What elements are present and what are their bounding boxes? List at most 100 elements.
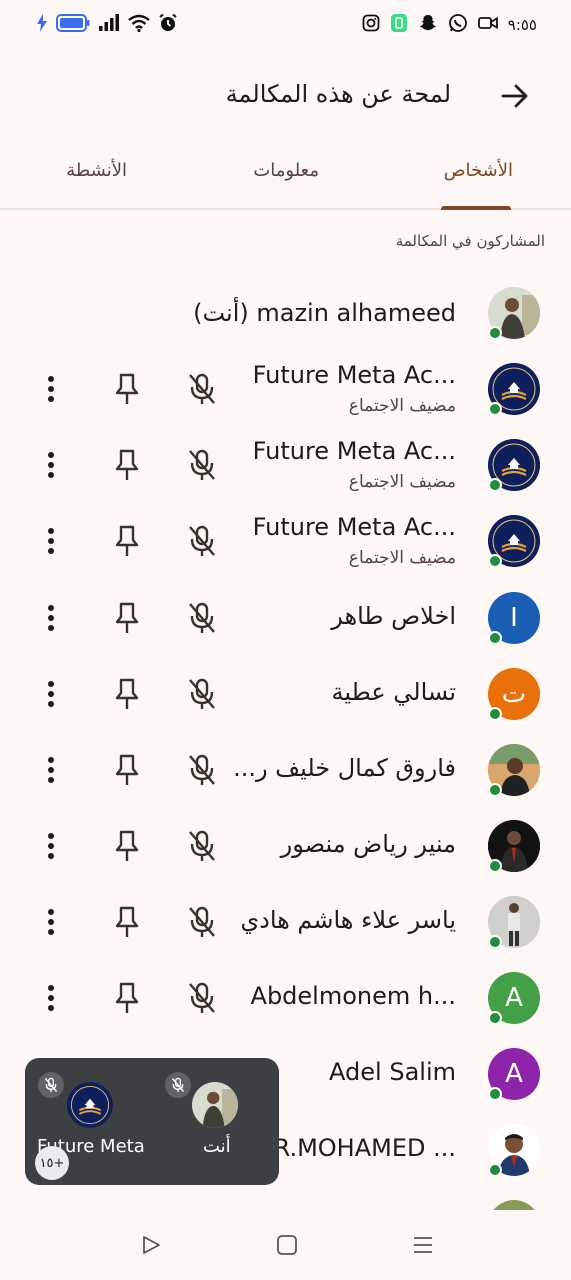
pin-icon[interactable] xyxy=(112,523,142,559)
arrow-right-icon xyxy=(501,84,528,108)
online-status-icon xyxy=(488,554,502,568)
online-status-icon xyxy=(488,326,502,340)
avatar xyxy=(488,820,540,873)
participant-role: مضيف الاجتماع xyxy=(348,396,456,416)
mic-muted-icon[interactable] xyxy=(187,523,217,559)
participant-role: مضيف الاجتماع xyxy=(348,472,456,492)
more-options-icon[interactable] xyxy=(36,980,66,1016)
online-status-icon xyxy=(488,707,502,721)
participant-row[interactable]: Future Meta Ac... مضيف الاجتماع xyxy=(0,503,571,579)
participant-row[interactable]: Future Meta Ac... مضيف الاجتماع xyxy=(0,351,571,427)
avatar xyxy=(488,896,540,949)
pin-icon[interactable] xyxy=(112,371,142,407)
battery-icon xyxy=(56,14,90,36)
participant-row[interactable]: mazin alhameed (أنت) xyxy=(0,275,571,351)
charging-icon xyxy=(36,14,48,36)
mic-muted-icon[interactable] xyxy=(187,828,217,864)
online-status-icon xyxy=(488,478,502,492)
participant-name: Adel Salim xyxy=(329,1058,456,1086)
avatar xyxy=(488,515,540,568)
more-options-icon[interactable] xyxy=(36,904,66,940)
pin-icon[interactable] xyxy=(112,828,142,864)
participant-row[interactable] xyxy=(0,1188,571,1210)
participant-name: فاروق كمال خليف ر... xyxy=(233,754,456,782)
mic-muted-icon[interactable] xyxy=(187,600,217,636)
avatar xyxy=(488,1124,540,1177)
participant-name: تسالي عطية xyxy=(331,678,456,706)
online-status-icon xyxy=(488,859,502,873)
more-options-icon[interactable] xyxy=(36,371,66,407)
online-status-icon xyxy=(488,1163,502,1177)
participant-name: Future Meta Ac... xyxy=(252,513,456,541)
more-options-icon[interactable] xyxy=(36,447,66,483)
page-title: لمحة عن هذه المكالمة xyxy=(225,80,451,108)
more-options-icon[interactable] xyxy=(36,523,66,559)
participant-name: ياسر علاء هاشم هادي xyxy=(240,906,456,934)
pin-icon[interactable] xyxy=(112,752,142,788)
snapchat-icon xyxy=(418,13,438,37)
participant-row[interactable]: منير رياض منصور xyxy=(0,808,571,884)
tab-bar: الأشخاص معلومات الأنشطة xyxy=(0,148,571,210)
tile-name: أنت xyxy=(203,1136,231,1157)
recents-nav-button[interactable] xyxy=(412,1234,436,1258)
participant-name: mazin alhameed (أنت) xyxy=(193,299,456,327)
participant-name: Abdelmonem h... xyxy=(250,982,456,1010)
participant-name: منير رياض منصور xyxy=(280,830,456,858)
video-call-icon xyxy=(477,15,498,35)
avatar xyxy=(67,1082,113,1128)
alarm-icon xyxy=(158,13,178,37)
home-nav-button[interactable] xyxy=(276,1234,300,1258)
online-status-icon xyxy=(488,631,502,645)
active-tab-indicator xyxy=(441,206,511,210)
avatar xyxy=(192,1082,238,1128)
online-status-icon xyxy=(488,935,502,949)
mic-muted-icon xyxy=(165,1072,191,1098)
more-options-icon[interactable] xyxy=(36,676,66,712)
signal-icon xyxy=(98,14,120,36)
clock: ٩:٥٥ xyxy=(507,16,537,34)
participant-name: اخلاص طاهر xyxy=(331,602,456,630)
header: لمحة عن هذه المكالمة xyxy=(0,66,571,126)
back-button[interactable] xyxy=(499,80,531,112)
tab-info[interactable]: معلومات xyxy=(253,160,319,181)
wifi-icon xyxy=(128,14,150,36)
avatar: A xyxy=(488,972,540,1025)
mic-muted-icon[interactable] xyxy=(187,676,217,712)
avatar xyxy=(488,439,540,492)
back-nav-button[interactable] xyxy=(140,1234,164,1258)
more-options-icon[interactable] xyxy=(36,828,66,864)
pin-icon[interactable] xyxy=(112,447,142,483)
mic-muted-icon[interactable] xyxy=(187,447,217,483)
participant-row[interactable]: ت تسالي عطية xyxy=(0,656,571,732)
participant-row[interactable]: A Abdelmonem h... xyxy=(0,960,571,1036)
floating-call-preview[interactable]: Future Meta أنت ١٥+ xyxy=(25,1058,279,1185)
mic-muted-icon[interactable] xyxy=(187,980,217,1016)
system-nav-bar xyxy=(0,1210,571,1280)
online-status-icon xyxy=(488,1011,502,1025)
mic-muted-icon xyxy=(38,1072,64,1098)
app-notification-icon xyxy=(390,13,408,37)
more-options-icon[interactable] xyxy=(36,600,66,636)
participant-row[interactable]: Future Meta Ac... مضيف الاجتماع xyxy=(0,427,571,503)
instagram-icon xyxy=(362,14,380,36)
more-participants-badge[interactable]: ١٥+ xyxy=(35,1146,69,1180)
mic-muted-icon[interactable] xyxy=(187,904,217,940)
pin-icon[interactable] xyxy=(112,676,142,712)
pin-icon[interactable] xyxy=(112,980,142,1016)
pin-icon[interactable] xyxy=(112,904,142,940)
mic-muted-icon[interactable] xyxy=(187,371,217,407)
participant-row[interactable]: ياسر علاء هاشم هادي xyxy=(0,884,571,960)
participant-role: مضيف الاجتماع xyxy=(348,548,456,568)
online-status-icon xyxy=(488,1087,502,1101)
whatsapp-icon xyxy=(448,13,468,37)
mic-muted-icon[interactable] xyxy=(187,752,217,788)
pin-icon[interactable] xyxy=(112,600,142,636)
tab-activities[interactable]: الأنشطة xyxy=(66,160,127,181)
avatar xyxy=(488,744,540,797)
participant-name: Future Meta Ac... xyxy=(252,361,456,389)
participant-row[interactable]: فاروق كمال خليف ر... xyxy=(0,732,571,808)
avatar: A xyxy=(488,1048,540,1101)
tab-people[interactable]: الأشخاص xyxy=(444,160,513,181)
more-options-icon[interactable] xyxy=(36,752,66,788)
participant-row[interactable]: I اخلاص طاهر xyxy=(0,580,571,656)
